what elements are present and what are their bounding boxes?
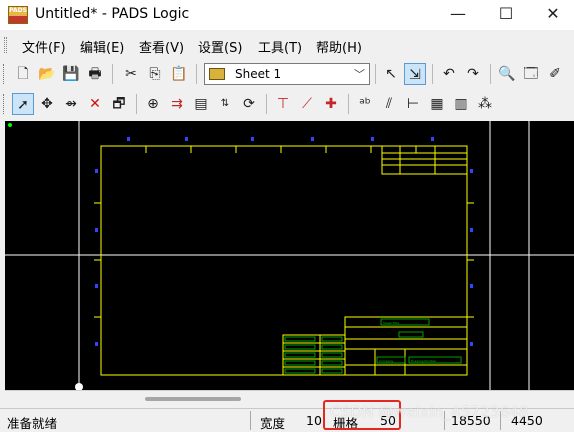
menu-grip[interactable]	[4, 37, 7, 53]
revision-table	[381, 145, 468, 175]
title-block	[282, 316, 468, 376]
zoom-icon[interactable]: 🔍	[496, 63, 518, 85]
pads-logo-icon: PADS	[8, 6, 28, 24]
undo-icon[interactable]: ↶	[438, 63, 460, 85]
add-part-icon[interactable]: ⊕	[142, 93, 164, 115]
chevron-down-icon[interactable]: ﹀	[354, 66, 365, 82]
menu-file[interactable]: 文件(F)	[22, 37, 66, 56]
rotate-icon[interactable]: ⟳	[238, 93, 260, 115]
toolbar-separator	[375, 64, 376, 84]
schematic-canvas[interactable]: Sheet Title Drawing Number Company	[5, 121, 574, 390]
toolbar-separator	[196, 64, 197, 84]
sheet-name: Sheet 1	[235, 67, 282, 81]
reference-icon[interactable]: ⊢	[402, 93, 424, 115]
add-bus-icon[interactable]: ⇉	[166, 93, 188, 115]
minimize-button[interactable]: —	[435, 0, 481, 30]
toolbar-separator	[490, 64, 491, 84]
text-icon[interactable]: ᵃᵇ	[354, 93, 376, 115]
browse-icon[interactable]: 🗗	[108, 93, 130, 115]
print-icon[interactable]: 🖶	[84, 63, 106, 85]
net-icon[interactable]: ▥	[450, 93, 472, 115]
open-icon[interactable]: 📂	[36, 63, 58, 85]
csdn-watermark: CSDN @weixin_45723648	[330, 403, 529, 421]
menu-view[interactable]: 查看(V)	[139, 37, 184, 56]
origin-marker	[8, 123, 12, 127]
origin-cross-marker	[75, 383, 83, 390]
save-icon[interactable]: 💾	[60, 63, 82, 85]
width-label: 宽度	[260, 416, 286, 431]
title-field-text: Sheet Title	[383, 321, 399, 325]
schematic-toolbar: ➚ ✥ ⇴ ✕ 🗗 ⊕ ⇉ ▤ ⇅ ⟳ ⊤ ⟋ ✚ ᵃᵇ ⫽ ⊢ ▦ ▥ ⁂	[0, 90, 574, 118]
pin-icon[interactable]: ✐	[544, 63, 566, 85]
status-ready-text: 准备就绪	[7, 416, 58, 431]
toolbar-grip[interactable]	[3, 94, 6, 114]
add-wire-icon[interactable]: ⟋	[296, 93, 318, 115]
add-connection-icon[interactable]: ⇴	[60, 93, 82, 115]
window-title: Untitled* - PADS Logic	[35, 6, 190, 22]
menu-edit[interactable]: 编辑(E)	[80, 37, 124, 56]
border-ticks	[94, 146, 474, 318]
toolbar-separator	[348, 94, 349, 114]
status-separator	[250, 411, 251, 430]
scrollbar-thumb[interactable]	[145, 397, 241, 401]
toolbar-separator	[136, 94, 137, 114]
sheet-icon	[209, 68, 225, 80]
add-net-label-icon[interactable]: ✚	[320, 93, 342, 115]
redo-icon[interactable]: ↷	[462, 63, 484, 85]
pads-logic-window: PADS Untitled* - PADS Logic — ☐ ✕ 文件(F) …	[0, 0, 574, 431]
company-text: Company	[379, 359, 393, 363]
delete-icon[interactable]: ✕	[84, 93, 106, 115]
add-field-icon[interactable]: ▤	[190, 93, 212, 115]
select-filter-icon[interactable]: ⇲	[404, 63, 426, 85]
toolbar-grip[interactable]	[3, 64, 6, 84]
toolbar-separator	[432, 64, 433, 84]
select-icon[interactable]: ➚	[12, 93, 34, 115]
cut-icon[interactable]: ✂	[120, 63, 142, 85]
menu-help[interactable]: 帮助(H)	[316, 37, 362, 56]
new-icon[interactable]: 🗋	[12, 63, 34, 85]
drawing-number-text: Drawing Number	[411, 359, 437, 363]
title-bar: PADS Untitled* - PADS Logic — ☐ ✕	[0, 0, 574, 30]
swap-pin-icon[interactable]: ⇅	[214, 93, 236, 115]
toolbar-separator	[266, 94, 267, 114]
properties-icon[interactable]: 🗔	[520, 63, 542, 85]
drc-icon[interactable]: ⁂	[474, 93, 496, 115]
menu-setup[interactable]: 设置(S)	[198, 37, 242, 56]
zone-markers	[95, 137, 473, 346]
menu-bar: 文件(F) 编辑(E) 查看(V) 设置(S) 工具(T) 帮助(H)	[0, 33, 574, 57]
gates-icon[interactable]: ▦	[426, 93, 448, 115]
select-arrow-icon[interactable]: ↖	[380, 63, 402, 85]
split-bus-icon[interactable]: ⊤	[272, 93, 294, 115]
sheet-selector[interactable]: Sheet 1 ﹀	[204, 63, 370, 85]
paste-icon[interactable]: 📋	[168, 63, 190, 85]
toolbar-separator	[112, 64, 113, 84]
move-icon[interactable]: ✥	[36, 93, 58, 115]
close-button[interactable]: ✕	[530, 0, 574, 30]
bus-entry-icon[interactable]: ⫽	[378, 93, 400, 115]
menu-tools[interactable]: 工具(T)	[258, 37, 302, 56]
copy-icon[interactable]: ⎘	[144, 63, 166, 85]
sheet-border	[100, 145, 468, 376]
standard-toolbar: 🗋 📂 💾 🖶 ✂ ⎘ 📋 Sheet 1 ﹀ ↖ ⇲ ↶ ↷ 🔍 🗔 ✐	[0, 60, 574, 88]
schematic-drawing: Sheet Title Drawing Number Company	[5, 121, 574, 390]
width-value: 10	[306, 413, 322, 428]
maximize-button[interactable]: ☐	[483, 0, 529, 30]
